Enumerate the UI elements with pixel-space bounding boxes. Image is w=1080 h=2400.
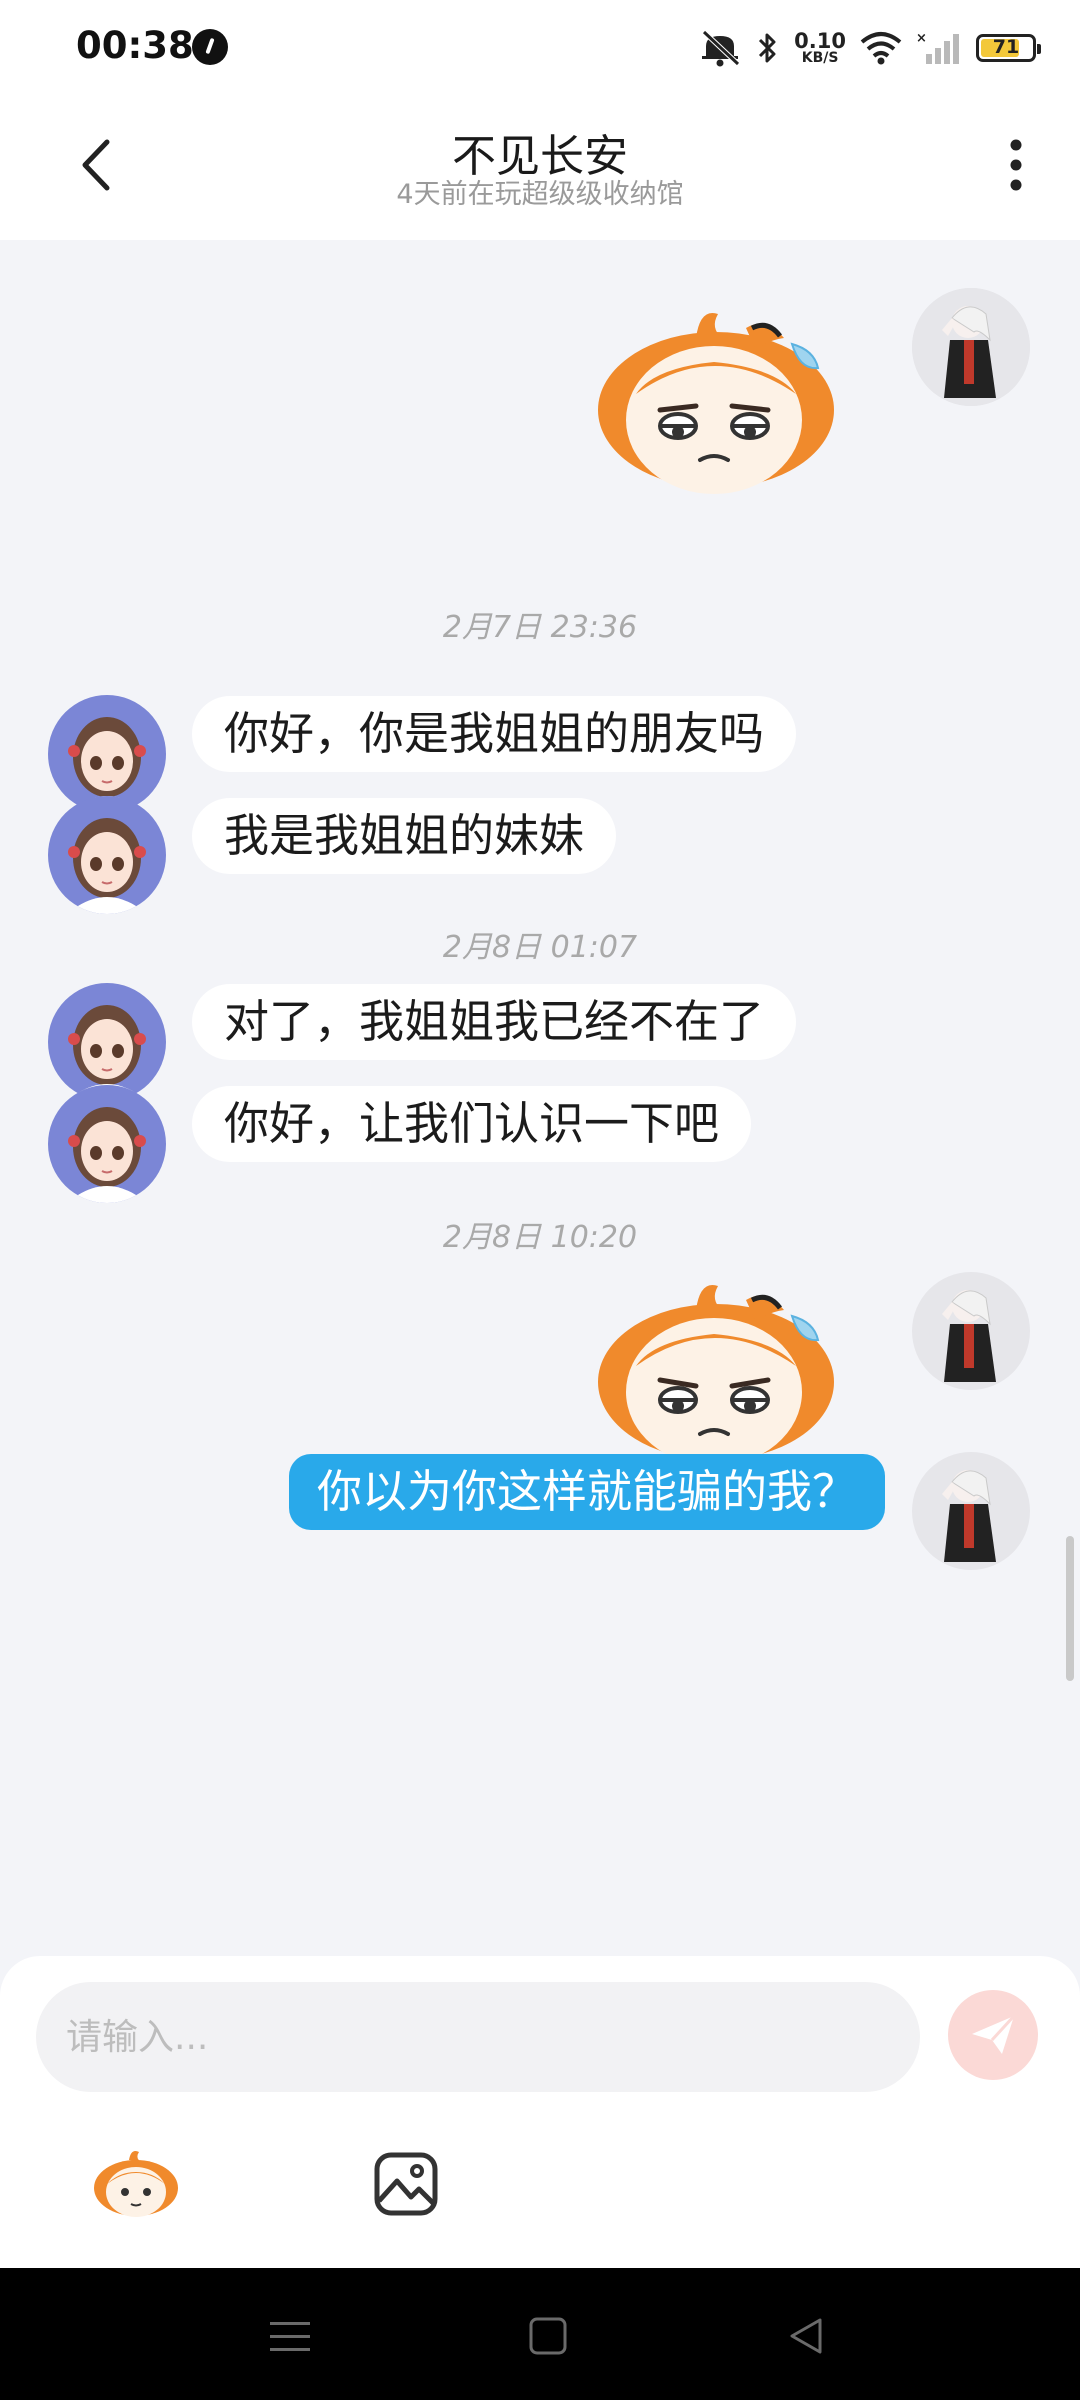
emoji-sticker-icon [94, 2151, 178, 2217]
incoming-message-bubble[interactable]: 我是我姐姐的妹妹 [192, 798, 617, 874]
incoming-message-bubble[interactable]: 你好，你是我姐姐的朋友吗 [192, 696, 797, 772]
battery-level: 71 [992, 36, 1020, 58]
status-time: 00:38 [76, 24, 194, 67]
incoming-message-bubble[interactable]: 对了，我姐姐我已经不在了 [192, 984, 797, 1060]
more-vertical-icon [1010, 139, 1022, 191]
sticker-message[interactable] [596, 1270, 846, 1470]
bluetooth-icon [756, 28, 780, 68]
orange-hair-annoyed-face-sticker [598, 1285, 834, 1466]
incoming-message-bubble[interactable]: 你好，让我们认识一下吧 [192, 1086, 752, 1162]
signal-icon: × [916, 30, 962, 66]
nav-back-button[interactable] [774, 2304, 838, 2368]
home-square-icon [529, 2317, 567, 2355]
my-avatar[interactable] [912, 288, 1030, 406]
recent-apps-button[interactable] [258, 2304, 322, 2368]
net-speed-value: 0.10 [794, 28, 846, 53]
net-speed-unit: KB/S [801, 49, 839, 66]
home-button[interactable] [516, 2304, 580, 2368]
timestamp-divider: 2月8日 10:20 [442, 1220, 638, 1255]
triangle-back-icon [790, 2318, 822, 2354]
sticker-button[interactable] [88, 2136, 184, 2232]
outgoing-message-bubble[interactable]: 你以为你这样就能骗的我？ [288, 1454, 885, 1530]
chat-message-list[interactable]: 2月7日 23:36 你好，你是我姐姐的朋友吗 我是我姐姐的妹妹 2月8日 01… [0, 240, 1080, 1956]
send-icon [972, 2014, 1016, 2054]
message-input[interactable] [36, 1982, 920, 2092]
status-icons: 0.10 KB/S × 71 [698, 26, 1041, 70]
contact-avatar[interactable] [48, 796, 166, 914]
image-picker-button[interactable] [366, 2136, 446, 2232]
my-avatar[interactable] [912, 1272, 1030, 1390]
wifi-icon [860, 31, 902, 65]
my-avatar[interactable] [912, 1452, 1030, 1570]
battery-icon: 71 [976, 34, 1041, 62]
scrollbar-thumb[interactable] [1066, 1536, 1074, 1681]
chat-header: 不见长安 4天前在玩超级级收纳馆 [0, 100, 1080, 240]
more-options-button[interactable] [988, 130, 1044, 200]
system-navigation-bar [0, 2268, 1080, 2400]
svg-text:×: × [916, 31, 927, 46]
notification-dot-icon [192, 29, 228, 65]
orange-hair-annoyed-face-sticker [598, 313, 834, 494]
sticker-message[interactable] [596, 298, 846, 498]
network-speed: 0.10 KB/S [794, 28, 846, 66]
composer-panel [0, 1956, 1080, 2268]
menu-icon [270, 2322, 310, 2351]
status-bar: 00:38 0.10 KB/S × 71 [0, 0, 1080, 100]
timestamp-divider: 2月8日 01:07 [442, 930, 638, 965]
contact-avatar[interactable] [48, 1085, 166, 1203]
contact-avatar[interactable] [48, 983, 166, 1101]
image-icon [374, 2152, 438, 2216]
send-button[interactable] [948, 1990, 1038, 2080]
mute-icon [698, 28, 742, 68]
contact-activity-status: 4天前在玩超级级收纳馆 [396, 179, 684, 210]
timestamp-divider: 2月7日 23:36 [442, 610, 638, 645]
